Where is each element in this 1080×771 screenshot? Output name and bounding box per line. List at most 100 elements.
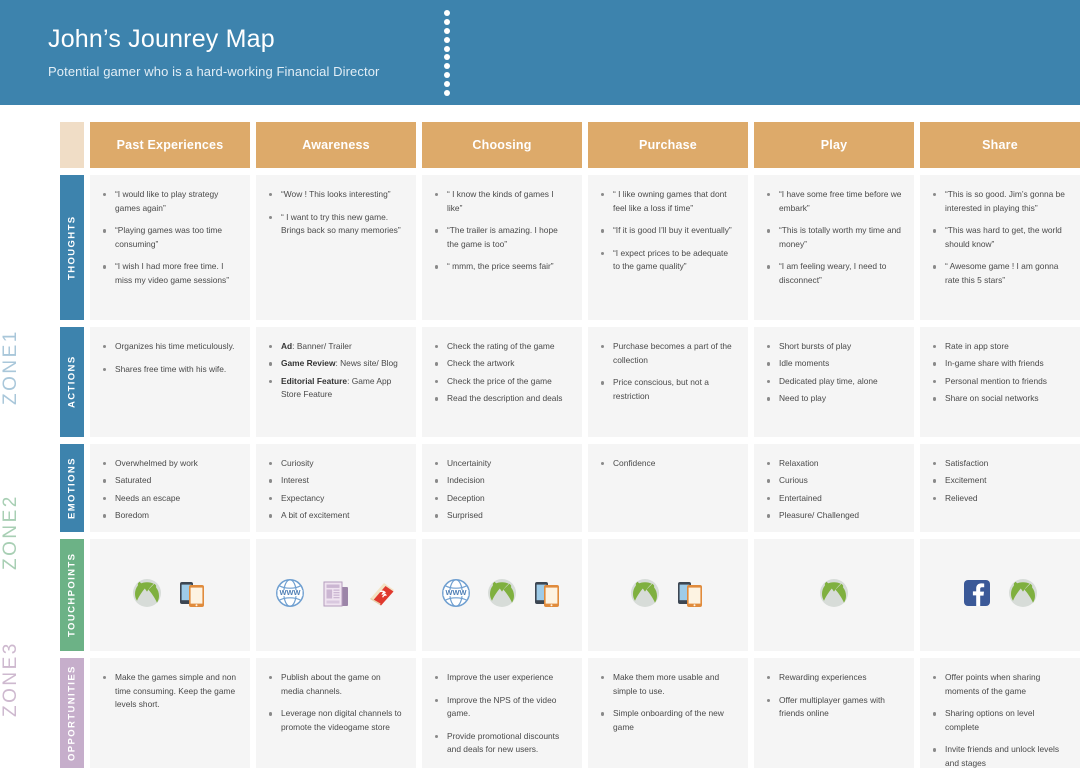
list-item: Pleasure/ Challenged xyxy=(766,509,903,522)
list-item-lead: Ad xyxy=(281,341,293,351)
list-item: Shares free time with his wife. xyxy=(102,363,239,377)
xbox-icon[interactable] xyxy=(1008,578,1038,613)
column-header-awareness[interactable]: Awareness xyxy=(256,122,416,168)
cell-actions-choosing[interactable]: Check the rating of the game Check the ar… xyxy=(422,327,582,437)
list-item: Ad: Banner/ Trailer xyxy=(268,340,405,353)
bullet-list: Relaxation Curious Entertained Pleasure/ Ch… xyxy=(766,457,903,523)
xbox-icon[interactable] xyxy=(630,578,660,613)
cell-touchpoints-awareness[interactable]: WWW xyxy=(256,539,416,651)
cell-emotions-play[interactable]: Relaxation Curious Entertained Pleasure/ Ch… xyxy=(754,444,914,532)
zone-labels: ZONE1 ZONE2 ZONE3 xyxy=(0,122,42,747)
cell-emotions-share[interactable]: Satisfaction Excitement Relieved xyxy=(920,444,1080,532)
mobile-devices-icon[interactable] xyxy=(178,578,208,613)
facebook-icon[interactable] xyxy=(962,578,992,613)
www-globe-icon[interactable]: WWW xyxy=(441,578,471,613)
list-item: “ Awesome game ! I am gonna rate this 5 … xyxy=(932,260,1069,287)
bullet-list: Offer points when sharing moments of the… xyxy=(932,671,1069,771)
list-item: Boredom xyxy=(102,509,239,522)
row-label-emotions: EMOTIONS xyxy=(60,444,84,532)
cell-opportunities-awareness[interactable]: Publish about the game on media channels… xyxy=(256,658,416,768)
cell-emotions-awareness[interactable]: Curiosity Interest Expectancy A bit of exci… xyxy=(256,444,416,532)
bullet-list: “ I like owning games that dont feel lik… xyxy=(600,188,737,274)
list-item: Offer multiplayer games with friends onl… xyxy=(766,694,903,721)
cell-touchpoints-purchase[interactable] xyxy=(588,539,748,651)
list-item: “This is so good. Jim’s gonna be interes… xyxy=(932,188,1069,215)
cell-actions-awareness[interactable]: Ad: Banner/ Trailer Game Review: News sit… xyxy=(256,327,416,437)
column-header-purchase[interactable]: Purchase xyxy=(588,122,748,168)
list-item: Dedicated play time, alone xyxy=(766,375,903,388)
cell-emotions-choosing[interactable]: Uncertainity Indecision Deception Surprised xyxy=(422,444,582,532)
list-item: In-game share with friends xyxy=(932,357,1069,370)
xbox-icon[interactable] xyxy=(819,578,849,613)
xbox-icon[interactable] xyxy=(487,578,517,613)
list-item: Sharing options on level complete xyxy=(932,707,1069,734)
cell-thoughts-play[interactable]: “I have some free time before we embark”… xyxy=(754,175,914,320)
cell-actions-purchase[interactable]: Purchase becomes a part of the collectio… xyxy=(588,327,748,437)
cell-actions-play[interactable]: Short bursts of play Idle moments Dedicate… xyxy=(754,327,914,437)
row-opportunities: OPPORTUNITIES Make the games simple and … xyxy=(60,658,1080,768)
list-item: Provide promotional discounts and deals … xyxy=(434,730,571,757)
cell-touchpoints-play[interactable] xyxy=(754,539,914,651)
magazine-icon[interactable] xyxy=(367,578,397,613)
list-item: Rewarding experiences xyxy=(766,671,903,685)
list-item: Need to play xyxy=(766,392,903,405)
list-item: “ I like owning games that dont feel lik… xyxy=(600,188,737,215)
cell-thoughts-choosing[interactable]: “ I know the kinds of games I like” “The … xyxy=(422,175,582,320)
cell-actions-past-experiences[interactable]: Organizes his time meticulously. Shares f… xyxy=(90,327,250,437)
corner-block xyxy=(60,122,84,168)
cell-thoughts-past-experiences[interactable]: “I would like to play strategy games aga… xyxy=(90,175,250,320)
list-item: “I wish I had more free time. I miss my … xyxy=(102,260,239,287)
column-header-play[interactable]: Play xyxy=(754,122,914,168)
column-header-past-experiences[interactable]: Past Experiences xyxy=(90,122,250,168)
page-header: John’s Jounrey Map Potential gamer who i… xyxy=(0,0,1080,105)
list-item: Deception xyxy=(434,492,571,505)
cell-opportunities-choosing[interactable]: Improve the user experience Improve the N… xyxy=(422,658,582,768)
list-item: Simple onboarding of the new game xyxy=(600,707,737,734)
cell-opportunities-past-experiences[interactable]: Make the games simple and non time consu… xyxy=(90,658,250,768)
cell-thoughts-purchase[interactable]: “ I like owning games that dont feel lik… xyxy=(588,175,748,320)
list-item: Make the games simple and non time consu… xyxy=(102,671,239,712)
bullet-list: Check the rating of the game Check the ar… xyxy=(434,340,571,406)
list-item: Entertained xyxy=(766,492,903,505)
cell-opportunities-play[interactable]: Rewarding experiences Offer multiplayer g… xyxy=(754,658,914,768)
cell-emotions-past-experiences[interactable]: Overwhelmed by work Saturated Needs an esc… xyxy=(90,444,250,532)
list-item: Relieved xyxy=(932,492,1069,505)
list-item: Rate in app store xyxy=(932,340,1069,353)
cell-thoughts-awareness[interactable]: “Wow ! This looks interesting” “ I want t… xyxy=(256,175,416,320)
cell-actions-share[interactable]: Rate in app store In-game share with frie… xyxy=(920,327,1080,437)
cell-opportunities-share[interactable]: Offer points when sharing moments of the… xyxy=(920,658,1080,768)
cell-thoughts-share[interactable]: “This is so good. Jim’s gonna be interes… xyxy=(920,175,1080,320)
list-item: Confidence xyxy=(600,457,737,470)
cell-opportunities-purchase[interactable]: Make them more usable and simple to use.… xyxy=(588,658,748,768)
list-item: Improve the NPS of the video game. xyxy=(434,694,571,721)
list-item: Editorial Feature: Game App Store Featur… xyxy=(268,375,405,402)
column-header-choosing[interactable]: Choosing xyxy=(422,122,582,168)
list-item: Offer points when sharing moments of the… xyxy=(932,671,1069,698)
list-item-lead: Editorial Feature xyxy=(281,375,348,386)
list-item: Invite friends and unlock levels and sta… xyxy=(932,743,1069,770)
newspaper-icon[interactable] xyxy=(321,578,351,613)
cell-touchpoints-choosing[interactable]: WWW xyxy=(422,539,582,651)
list-item: Read the description and deals xyxy=(434,392,571,405)
list-item: “I have some free time before we embark” xyxy=(766,188,903,215)
mobile-devices-icon[interactable] xyxy=(676,578,706,613)
xbox-icon[interactable] xyxy=(132,578,162,613)
list-item: Idle moments xyxy=(766,357,903,370)
list-item: Expectancy xyxy=(268,492,405,505)
zone-label-2: ZONE2 xyxy=(0,494,21,570)
zone-label-1: ZONE1 xyxy=(0,329,21,405)
column-header-share[interactable]: Share xyxy=(920,122,1080,168)
bullet-list: Rewarding experiences Offer multiplayer g… xyxy=(766,671,903,721)
mobile-devices-icon[interactable] xyxy=(533,578,563,613)
list-item: Needs an escape xyxy=(102,492,239,505)
list-item: Curious xyxy=(766,474,903,487)
list-item: “I expect prices to be adequate to the g… xyxy=(600,247,737,274)
bullet-list: Make the games simple and non time consu… xyxy=(102,671,239,712)
list-item: “The trailer is amazing. I hope the game… xyxy=(434,224,571,251)
cell-emotions-purchase[interactable]: Confidence xyxy=(588,444,748,532)
cell-touchpoints-share[interactable] xyxy=(920,539,1080,651)
www-globe-icon[interactable]: WWW xyxy=(275,578,305,613)
list-item: Excitement xyxy=(932,474,1069,487)
cell-touchpoints-past-experiences[interactable] xyxy=(90,539,250,651)
list-item: “ I want to try this new game. Brings ba… xyxy=(268,211,405,238)
